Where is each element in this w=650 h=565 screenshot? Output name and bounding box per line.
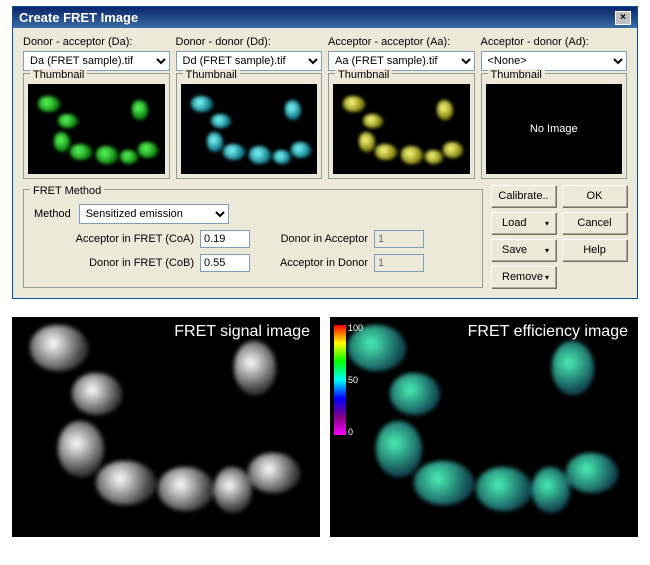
channel-ad: Acceptor - donor (Ad): <None> Thumbnail … bbox=[481, 36, 628, 179]
colorbar-tick-mid: 50 bbox=[348, 375, 358, 385]
fret-efficiency-title: FRET efficiency image bbox=[468, 323, 628, 341]
channel-aa-label: Acceptor - acceptor (Aa): bbox=[328, 36, 475, 48]
thumbnail-label: Thumbnail bbox=[335, 69, 392, 81]
channel-aa: Acceptor - acceptor (Aa): Aa (FRET sampl… bbox=[328, 36, 475, 179]
calibrate-button[interactable]: Calibrate.. bbox=[491, 185, 556, 207]
close-icon[interactable]: × bbox=[615, 11, 631, 25]
channel-da-select[interactable]: Da (FRET sample).tif bbox=[23, 51, 170, 71]
help-button[interactable]: Help bbox=[562, 239, 627, 261]
coa-label: Acceptor in FRET (CoA) bbox=[64, 233, 194, 245]
remove-button[interactable]: Remove bbox=[491, 266, 556, 288]
thumbnail-label: Thumbnail bbox=[30, 69, 87, 81]
colorbar bbox=[334, 325, 346, 435]
channel-ad-select[interactable]: <None> bbox=[481, 51, 628, 71]
channel-dd-thumb-frame: Thumbnail bbox=[176, 73, 323, 179]
channel-aa-thumb-frame: Thumbnail bbox=[328, 73, 475, 179]
channel-ad-label: Acceptor - donor (Ad): bbox=[481, 36, 628, 48]
ok-button[interactable]: OK bbox=[562, 185, 627, 207]
acceptor-in-donor-label: Acceptor in Donor bbox=[268, 257, 368, 269]
channel-ad-thumb-frame: Thumbnail No Image bbox=[481, 73, 628, 179]
thumbnail-label: Thumbnail bbox=[488, 69, 545, 81]
channel-aa-select[interactable]: Aa (FRET sample).tif bbox=[328, 51, 475, 71]
coa-input[interactable] bbox=[200, 230, 250, 248]
donor-in-acceptor-input bbox=[374, 230, 424, 248]
channel-dd-label: Donor - donor (Dd): bbox=[176, 36, 323, 48]
fret-signal-image: FRET signal image bbox=[12, 317, 320, 537]
colorbar-tick-top: 100 bbox=[348, 323, 363, 333]
cancel-button[interactable]: Cancel bbox=[562, 212, 627, 234]
no-image-text: No Image bbox=[530, 123, 578, 135]
dialog-title: Create FRET Image bbox=[19, 10, 138, 25]
dialog-buttons: Calibrate.. OK Load Cancel Save Help Rem… bbox=[491, 185, 627, 288]
result-images-row: FRET signal image 100 50 0 FRET efficien… bbox=[12, 317, 638, 537]
thumbnail-da bbox=[28, 84, 165, 174]
thumbnail-dd bbox=[181, 84, 318, 174]
colorbar-tick-bot: 0 bbox=[348, 427, 353, 437]
thumbnail-ad: No Image bbox=[486, 84, 623, 174]
fret-method-title: FRET Method bbox=[30, 185, 104, 197]
cob-label: Donor in FRET (CoB) bbox=[64, 257, 194, 269]
channel-dd-select[interactable]: Dd (FRET sample).tif bbox=[176, 51, 323, 71]
thumbnail-aa bbox=[333, 84, 470, 174]
thumbnail-label: Thumbnail bbox=[183, 69, 240, 81]
channel-da-thumb-frame: Thumbnail bbox=[23, 73, 170, 179]
cob-input[interactable] bbox=[200, 254, 250, 272]
channel-da-label: Donor - acceptor (Da): bbox=[23, 36, 170, 48]
channel-dd: Donor - donor (Dd): Dd (FRET sample).tif… bbox=[176, 36, 323, 179]
save-button[interactable]: Save bbox=[491, 239, 556, 261]
method-select[interactable]: Sensitized emission bbox=[79, 204, 229, 224]
fret-signal-title: FRET signal image bbox=[174, 323, 310, 341]
titlebar: Create FRET Image × bbox=[13, 7, 637, 28]
channel-row: Donor - acceptor (Da): Da (FRET sample).… bbox=[23, 36, 627, 179]
donor-in-acceptor-label: Donor in Acceptor bbox=[268, 233, 368, 245]
fret-efficiency-image: 100 50 0 FRET efficiency image bbox=[330, 317, 638, 537]
fret-method-fieldset: FRET Method Method Sensitized emission A… bbox=[23, 189, 483, 288]
create-fret-dialog: Create FRET Image × Donor - acceptor (Da… bbox=[12, 6, 638, 299]
load-button[interactable]: Load bbox=[491, 212, 556, 234]
method-label: Method bbox=[34, 208, 71, 220]
channel-da: Donor - acceptor (Da): Da (FRET sample).… bbox=[23, 36, 170, 179]
acceptor-in-donor-input bbox=[374, 254, 424, 272]
